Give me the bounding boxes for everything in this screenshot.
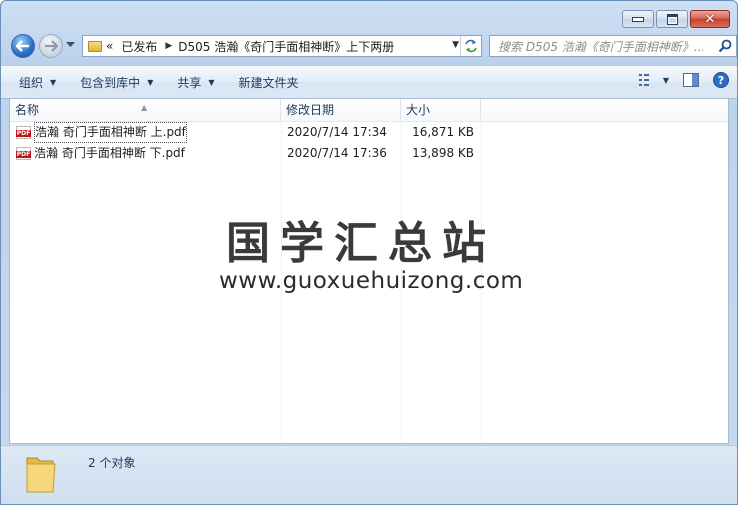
pdf-icon [16,147,31,160]
share-label: 共享 [177,75,202,90]
folder-icon [88,40,102,52]
breadcrumb-segment-current[interactable]: D505 浩瀚《奇门手面相神断》上下两册 [178,38,394,55]
recent-pages-dropdown-icon[interactable] [66,42,75,48]
column-header-row: 名称 ▲ 修改日期 大小 [10,99,728,122]
details-pane: 2 个对象 [1,445,737,504]
file-name: 浩瀚 奇门手面相神断 下.pdf [34,146,185,160]
refresh-icon [465,39,477,53]
organize-button[interactable]: 组织 ▼ [1,66,68,98]
file-size: 13,898 KB [412,146,474,160]
preview-pane-icon[interactable] [683,73,699,87]
file-name: 浩瀚 奇门手面相神断 上.pdf [34,122,187,143]
column-header-size[interactable]: 大小 [401,99,481,121]
new-folder-label: 新建文件夹 [238,75,299,90]
item-count: 2 个对象 [88,456,136,470]
column-name-label: 名称 [15,103,40,117]
column-date-label: 修改日期 [286,103,335,117]
svg-text:?: ? [718,74,724,87]
organize-label: 组织 [19,75,44,90]
pdf-icon [16,126,31,139]
maximize-button[interactable] [656,10,688,28]
back-button[interactable] [11,34,35,58]
address-overflow-chevron[interactable]: « [106,39,113,53]
file-date: 2020/7/14 17:36 [287,146,387,160]
breadcrumb-segment-published[interactable]: 已发布 [121,38,157,55]
close-button[interactable]: ✕ [690,10,730,28]
chevron-down-icon: ▼ [662,75,669,85]
column-size-label: 大小 [406,103,431,117]
address-dropdown-icon[interactable]: ▼ [452,40,459,50]
address-bar[interactable]: « 已发布 ▶ D505 浩瀚《奇门手面相神断》上下两册 ▼ [82,35,482,57]
minimize-icon [632,16,644,22]
breadcrumb-arrow-icon[interactable]: ▶ [165,41,172,51]
search-input[interactable]: 搜索 D505 浩瀚《奇门手面相神断》... [498,38,703,55]
close-icon: ✕ [704,11,716,27]
arrow-left-icon [16,40,29,52]
forward-button[interactable] [39,34,63,58]
column-header-date[interactable]: 修改日期 [281,99,401,121]
include-library-label: 包含到库中 [80,75,141,90]
include-in-library-button[interactable]: 包含到库中 ▼ [68,66,165,98]
watermark-url: www.guoxuehuizong.com [219,268,524,294]
toolbar-right: ▼ ? [638,72,729,88]
watermark-title: 国学汇总站 [226,218,496,269]
new-folder-button[interactable]: 新建文件夹 [227,66,311,98]
file-row[interactable]: 浩瀚 奇门手面相神断 下.pdf 2020/7/14 17:36 13,898 … [10,143,728,164]
file-name-cell: 浩瀚 奇门手面相神断 下.pdf [16,143,185,164]
file-date: 2020/7/14 17:34 [287,125,387,139]
sort-ascending-icon: ▲ [141,103,148,112]
minimize-button[interactable] [622,10,654,28]
view-list-icon [638,74,649,86]
search-box[interactable]: 搜索 D505 浩瀚《奇门手面相神断》... [489,35,737,57]
file-name-cell: 浩瀚 奇门手面相神断 上.pdf [16,122,187,143]
chevron-down-icon: ▼ [208,77,215,87]
chevron-down-icon: ▼ [147,77,154,87]
caption-buttons: ✕ [622,10,730,28]
help-icon[interactable]: ? [713,72,729,88]
refresh-button[interactable] [460,36,481,56]
arrow-right-icon [45,40,58,52]
folder-icon [26,457,56,493]
chevron-down-icon: ▼ [50,77,57,87]
column-header-name[interactable]: 名称 ▲ [10,99,281,121]
change-view-button[interactable]: ▼ [638,74,669,86]
search-icon[interactable] [718,39,732,53]
command-bar: 组织 ▼ 包含到库中 ▼ 共享 ▼ 新建文件夹 ▼ ? [1,65,737,99]
maximize-icon [666,13,678,25]
file-row[interactable]: 浩瀚 奇门手面相神断 上.pdf 2020/7/14 17:34 16,871 … [10,122,728,143]
share-button[interactable]: 共享 ▼ [165,66,226,98]
file-size: 16,871 KB [412,125,474,139]
navigation-bar: « 已发布 ▶ D505 浩瀚《奇门手面相神断》上下两册 ▼ 搜索 D505 浩… [9,33,737,61]
